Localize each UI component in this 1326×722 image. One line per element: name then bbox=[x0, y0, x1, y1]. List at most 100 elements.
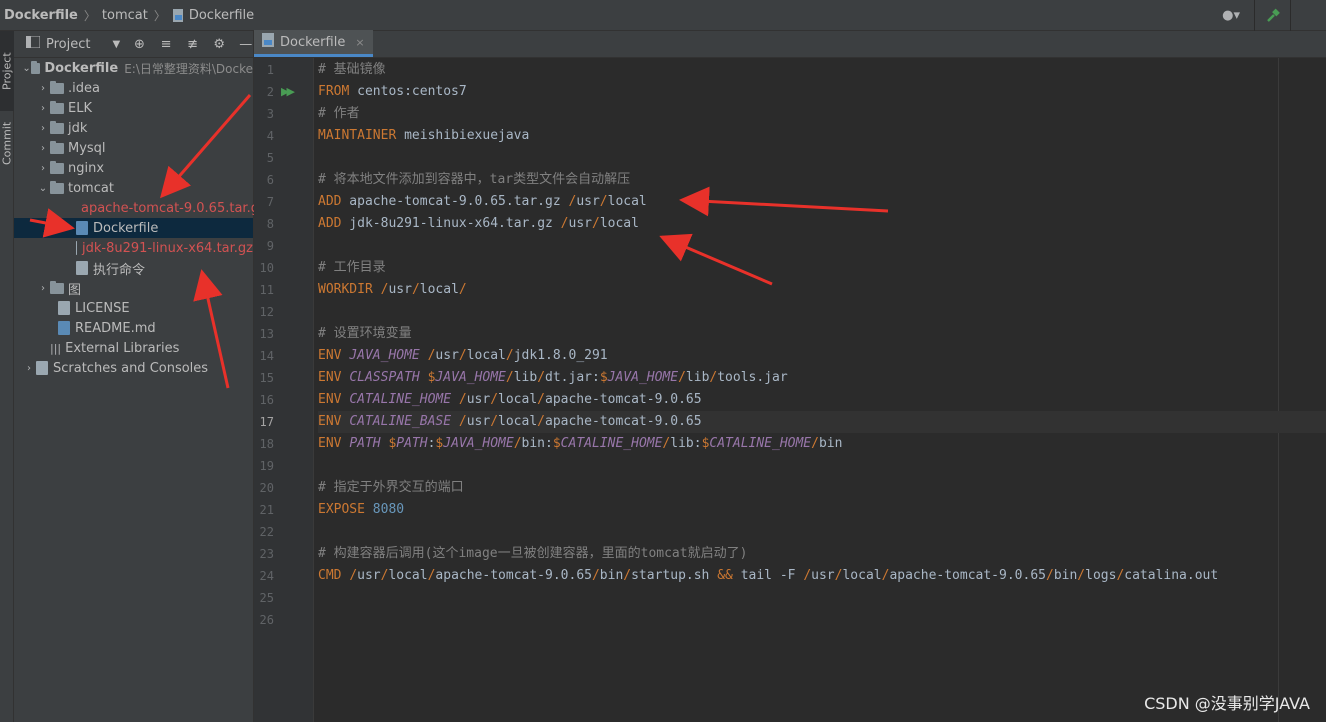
line-number: 12 bbox=[259, 305, 274, 319]
code-line[interactable]: ENV CATALINE_BASE /usr/local/apache-tomc… bbox=[318, 411, 1326, 433]
line-number-gutter[interactable]: 1 2 ▶▶ 3 4 5 6 7 8 9 10 11 12 13 14 15 16 17 18 19 20 21 22 23 2… bbox=[254, 58, 314, 722]
tool-tab-commit[interactable]: Commit bbox=[0, 113, 14, 173]
code-line[interactable] bbox=[318, 147, 1326, 169]
project-view-icon bbox=[25, 35, 41, 52]
collapse-all-icon[interactable]: ≢ bbox=[185, 36, 200, 52]
code-line[interactable] bbox=[318, 609, 1326, 631]
tree-item-label: LICENSE bbox=[75, 300, 130, 316]
code-line[interactable]: ENV CLASSPATH $JAVA_HOME/lib/dt.jar:$JAV… bbox=[318, 367, 1326, 389]
tree-item-label: External Libraries bbox=[65, 340, 180, 356]
minimize-icon[interactable]: — bbox=[238, 36, 253, 52]
code-line[interactable]: # 设置环境变量 bbox=[318, 323, 1326, 345]
breadcrumb-root[interactable]: Dockerfile bbox=[4, 8, 78, 23]
code-editor[interactable]: # 基础镜像 FROM centos:centos7 # 作者 MAINTAINER … bbox=[318, 58, 1326, 722]
user-account-icon[interactable]: ●▾ bbox=[1222, 8, 1240, 23]
line-number: 22 bbox=[259, 525, 274, 539]
line-number: 11 bbox=[259, 283, 274, 297]
tree-item-label: ELK bbox=[68, 100, 92, 116]
folder-icon bbox=[50, 160, 64, 174]
tree-item-tomcat[interactable]: ⌄ tomcat bbox=[14, 178, 253, 198]
chevron-right-icon[interactable]: › bbox=[36, 83, 50, 94]
project-tool-window: Project ▼ ⊕ ≡ ≢ ⚙ — ⌄ Dockerfile E:\日常整理资料… bbox=[14, 31, 266, 722]
tool-window-strip: Project Commit bbox=[0, 31, 14, 722]
line-number: 20 bbox=[259, 481, 274, 495]
tree-item-nginx[interactable]: › nginx bbox=[14, 158, 253, 178]
tree-item-diagram[interactable]: › 图 bbox=[14, 278, 253, 298]
tree-item-external-libraries[interactable]: ||| External Libraries bbox=[14, 338, 253, 358]
tree-item-apache-tomcat-archive[interactable]: apache-tomcat-9.0.65.tar.gz bbox=[14, 198, 266, 218]
line-number: 8 bbox=[266, 217, 274, 231]
code-line[interactable] bbox=[318, 301, 1326, 323]
chevron-right-icon[interactable]: › bbox=[36, 103, 50, 114]
docker-file-icon bbox=[76, 221, 88, 235]
tree-item-elk[interactable]: › ELK bbox=[14, 98, 253, 118]
run-gutter-icon[interactable]: ▶▶ bbox=[281, 85, 295, 98]
close-icon[interactable]: × bbox=[355, 36, 364, 49]
code-line[interactable] bbox=[318, 587, 1326, 609]
tool-tab-project[interactable]: Project bbox=[0, 31, 14, 111]
gear-icon[interactable]: ⚙ bbox=[212, 36, 227, 52]
tree-item-idea[interactable]: › .idea bbox=[14, 78, 253, 98]
toolbar-placeholder-button[interactable] bbox=[1290, 0, 1326, 31]
code-line[interactable]: # 工作目录 bbox=[318, 257, 1326, 279]
code-line[interactable]: FROM centos:centos7 bbox=[318, 81, 1326, 103]
breadcrumb-folder[interactable]: tomcat bbox=[102, 8, 148, 23]
tree-item-label: 图 bbox=[68, 282, 82, 298]
build-hammer-icon[interactable] bbox=[1254, 0, 1290, 31]
code-line[interactable]: ADD apache-tomcat-9.0.65.tar.gz /usr/loc… bbox=[318, 191, 1326, 213]
code-line[interactable]: # 指定于外界交互的端口 bbox=[318, 477, 1326, 499]
locate-file-icon[interactable]: ⊕ bbox=[132, 36, 147, 52]
code-line[interactable] bbox=[318, 235, 1326, 257]
code-line[interactable]: # 基础镜像 bbox=[318, 59, 1326, 81]
tree-item-commands[interactable]: 执行命令 bbox=[14, 258, 253, 278]
breadcrumb-file[interactable]: Dockerfile bbox=[189, 8, 254, 23]
tree-item-label: jdk bbox=[68, 120, 88, 136]
tree-item-scratches[interactable]: › Scratches and Consoles bbox=[14, 358, 253, 378]
code-line[interactable]: ENV JAVA_HOME /usr/local/jdk1.8.0_291 bbox=[318, 345, 1326, 367]
code-line[interactable]: MAINTAINER meishibiexuejava bbox=[318, 125, 1326, 147]
chevron-right-icon[interactable]: › bbox=[36, 143, 50, 154]
tree-item-jdk[interactable]: › jdk bbox=[14, 118, 253, 138]
code-line[interactable] bbox=[318, 455, 1326, 477]
tree-item-readme[interactable]: README.md bbox=[14, 318, 253, 338]
tool-tab-project-label: Project bbox=[0, 52, 14, 90]
chevron-right-icon[interactable]: › bbox=[36, 283, 50, 294]
code-line[interactable]: # 作者 bbox=[318, 103, 1326, 125]
docker-file-icon bbox=[172, 8, 185, 22]
code-line[interactable]: ENV CATALINE_HOME /usr/local/apache-tomc… bbox=[318, 389, 1326, 411]
tab-dockerfile[interactable]: Dockerfile × bbox=[254, 30, 373, 57]
tree-item-license[interactable]: LICENSE bbox=[14, 298, 253, 318]
chevron-right-icon[interactable]: › bbox=[36, 163, 50, 174]
code-line[interactable]: WORKDIR /usr/local/ bbox=[318, 279, 1326, 301]
project-view-selector[interactable]: Project bbox=[46, 37, 90, 52]
chevron-down-icon[interactable]: ▼ bbox=[112, 39, 120, 50]
code-line[interactable]: ADD jdk-8u291-linux-x64.tar.gz /usr/loca… bbox=[318, 213, 1326, 235]
chevron-right-icon[interactable]: › bbox=[36, 123, 50, 134]
code-line[interactable]: # 将本地文件添加到容器中，tar类型文件会自动解压 bbox=[318, 169, 1326, 191]
expand-all-icon[interactable]: ≡ bbox=[159, 36, 174, 52]
breadcrumb: Dockerfile 〉 tomcat 〉 Dockerfile bbox=[0, 0, 254, 31]
tree-item-mysql[interactable]: › Mysql bbox=[14, 138, 253, 158]
line-number: 14 bbox=[259, 349, 274, 363]
library-icon: ||| bbox=[50, 341, 62, 355]
tree-item-jdk-archive[interactable]: jdk-8u291-linux-x64.tar.gz bbox=[14, 238, 253, 258]
tree-item-root[interactable]: ⌄ Dockerfile E:\日常整理资料\Docke bbox=[14, 58, 253, 78]
code-line[interactable]: # 构建容器后调用(这个image一旦被创建容器，里面的tomcat就启动了) bbox=[318, 543, 1326, 565]
code-line[interactable] bbox=[318, 521, 1326, 543]
chevron-down-icon[interactable]: ⌄ bbox=[36, 183, 50, 194]
line-number: 7 bbox=[266, 195, 274, 209]
line-number: 1 bbox=[266, 63, 274, 77]
code-line[interactable]: CMD /usr/local/apache-tomcat-9.0.65/bin/… bbox=[318, 565, 1326, 587]
tree-item-label: .idea bbox=[68, 80, 100, 96]
code-line[interactable]: EXPOSE 8080 bbox=[318, 499, 1326, 521]
tree-item-label: jdk-8u291-linux-x64.tar.gz bbox=[82, 240, 253, 256]
line-number: 23 bbox=[259, 547, 274, 561]
folder-icon bbox=[50, 280, 64, 294]
chevron-down-icon[interactable]: ⌄ bbox=[22, 63, 31, 74]
tree-item-dockerfile[interactable]: Dockerfile bbox=[14, 218, 253, 238]
line-number: 10 bbox=[259, 261, 274, 275]
tab-label: Dockerfile bbox=[280, 34, 346, 50]
chevron-right-icon[interactable]: › bbox=[22, 363, 36, 374]
code-line[interactable]: ENV PATH $PATH:$JAVA_HOME/bin:$CATALINE_… bbox=[318, 433, 1326, 455]
line-number: 3 bbox=[266, 107, 274, 121]
